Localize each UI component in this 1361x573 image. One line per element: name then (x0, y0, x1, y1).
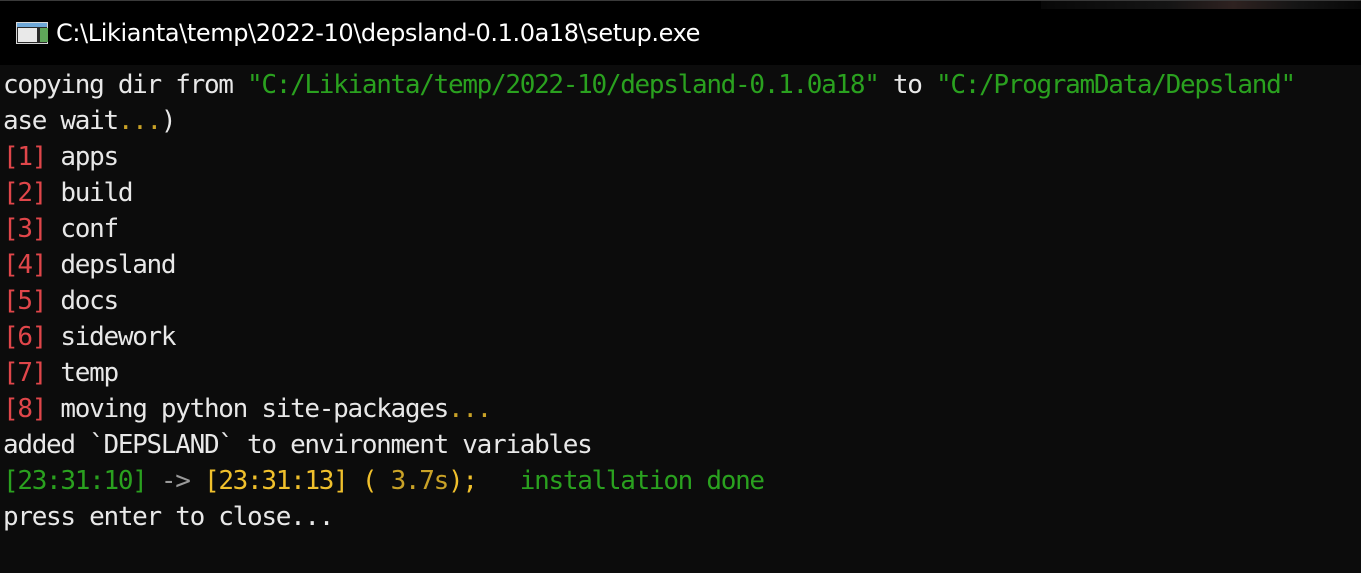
source-path: "C:/Likianta/temp/2022-10/depsland-0.1.0… (247, 70, 880, 100)
end-time: [23:31:13] (203, 466, 349, 496)
start-time: [23:31:10] (3, 466, 148, 496)
list-item: [4] depsland (3, 247, 1361, 283)
close-prompt-line: press enter to close... (3, 502, 334, 532)
please-wait-close: ) (160, 106, 177, 136)
item-name: conf (60, 214, 119, 244)
list-item: [5] docs (3, 283, 1361, 319)
item-index: [7] (3, 358, 47, 388)
item-index: [5] (3, 286, 47, 316)
time-arrow: -> (146, 466, 204, 496)
list-item: [8] moving python site-packages... (3, 391, 1361, 427)
console-output[interactable]: copying dir from "C:/Likianta/temp/2022-… (0, 67, 1361, 573)
list-item: [1] apps (3, 139, 1361, 175)
env-variables-line: added `DEPSLAND` to environment variable… (3, 430, 593, 460)
item-index: [1] (3, 142, 47, 172)
console-window-icon[interactable] (16, 20, 50, 46)
console-window: C:\Likianta\temp\2022-10\depsland-0.1.0a… (0, 0, 1361, 573)
copy-dir-to: to (878, 70, 936, 100)
item-index: [3] (3, 214, 47, 244)
copy-dir-line: copying dir from "C:/Likianta/temp/2022-… (3, 67, 1361, 103)
copy-dir-prefix: copying dir from (3, 70, 248, 100)
list-item: [6] sidework (3, 319, 1361, 355)
item-name: apps (60, 142, 119, 172)
background-bleed (1041, 1, 1361, 9)
item-index: [6] (3, 322, 47, 352)
item-name: build (60, 178, 133, 208)
duration-value: 3.7s (390, 466, 450, 496)
item-name: moving python site-packages (60, 394, 449, 424)
item-name: temp (60, 358, 119, 388)
window-title: C:\Likianta\temp\2022-10\depsland-0.1.0a… (56, 19, 701, 47)
installation-status: installation done (519, 466, 765, 496)
item-index: [8] (3, 394, 47, 424)
item-dots: ... (447, 394, 492, 424)
item-name: sidework (60, 322, 176, 352)
item-index: [2] (3, 178, 47, 208)
destination-path: "C:/ProgramData/Depsland" (935, 70, 1296, 100)
title-bar[interactable]: C:\Likianta\temp\2022-10\depsland-0.1.0a… (0, 1, 1361, 65)
list-item: [7] temp (3, 355, 1361, 391)
item-name: depsland (60, 250, 176, 280)
please-wait-text: ase wait (3, 106, 119, 136)
item-name: docs (60, 286, 119, 316)
list-item: [3] conf (3, 211, 1361, 247)
please-wait-dots: ... (117, 106, 162, 136)
duration-close: ); (448, 466, 478, 496)
item-index: [4] (3, 250, 47, 280)
timing-line: [23:31:10] -> [23:31:13] ( 3.7s); instal… (3, 463, 1361, 499)
duration-open: ( (347, 466, 391, 496)
please-wait-line: ase wait...) (3, 103, 1361, 139)
list-item: [2] build (3, 175, 1361, 211)
